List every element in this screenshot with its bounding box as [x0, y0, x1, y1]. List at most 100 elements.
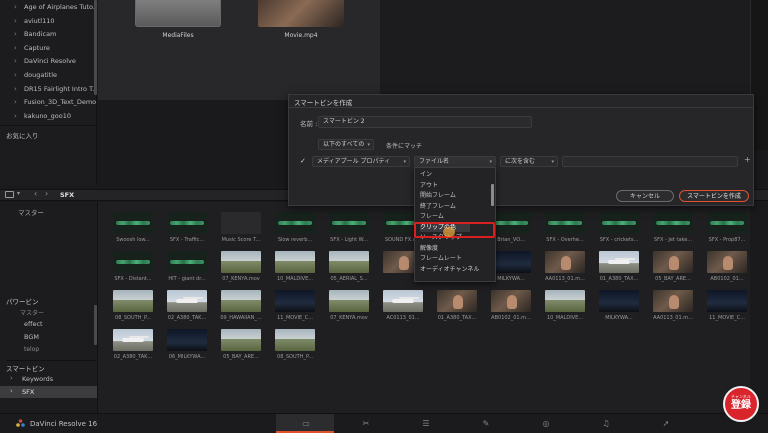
- deliver-page-icon[interactable]: ➚: [658, 418, 674, 430]
- smart-bin-keywords-chevron-icon[interactable]: ›: [10, 374, 13, 382]
- clip-item[interactable]: Music Score T...: [221, 212, 261, 243]
- clip-item[interactable]: Slow reverb...: [275, 212, 315, 243]
- clip-item[interactable]: 05_BAY_ARE...: [653, 251, 693, 282]
- subscribe-badge[interactable]: チャンネル 登録: [723, 386, 759, 422]
- media-page-icon[interactable]: ▭: [298, 418, 314, 430]
- folder-item[interactable]: › Age of Airplanes Tuto...: [0, 1, 96, 14]
- clip-item[interactable]: AB0102_01...: [707, 251, 747, 282]
- power-bin-scrollbar[interactable]: [94, 305, 97, 345]
- chevron-right-icon[interactable]: ›: [14, 42, 17, 55]
- rule-category-dropdown[interactable]: メディアプール プロパティ ▾: [312, 156, 410, 167]
- chevron-right-icon[interactable]: ›: [14, 96, 17, 109]
- clip-item[interactable]: 01_A380_TAX...: [437, 290, 477, 321]
- smart-bin-item-keywords[interactable]: Keywords: [22, 375, 53, 383]
- clip-item[interactable]: 07_KENYA.mov: [221, 251, 261, 282]
- power-bin-item-effect[interactable]: effect: [24, 320, 43, 328]
- match-mode-dropdown[interactable]: 以下のすべての ▾: [318, 139, 374, 150]
- dropdown-option[interactable]: アウト: [420, 181, 438, 190]
- chevron-right-icon[interactable]: ›: [14, 69, 17, 82]
- chevron-right-icon[interactable]: ›: [14, 55, 17, 68]
- forward-arrow-icon[interactable]: ›: [45, 189, 48, 198]
- clip-item[interactable]: SFX - Light W...: [329, 212, 369, 243]
- fusion-page-icon[interactable]: ✎: [478, 418, 494, 430]
- folder-label: Fusion_3D_Text_Demo: [24, 98, 96, 107]
- clip-item[interactable]: 02_A380_TAK...: [167, 290, 207, 321]
- name-input[interactable]: スマートビン 2: [318, 116, 532, 128]
- clip-item[interactable]: AB0102_01.m...: [491, 290, 531, 321]
- add-rule-button[interactable]: +: [744, 155, 751, 164]
- clip-item[interactable]: 10_MALDIVE...: [545, 290, 585, 321]
- view-options-chevron-icon[interactable]: ▾: [17, 190, 20, 197]
- color-page-icon[interactable]: ◎: [538, 418, 554, 430]
- clip-item[interactable]: HIT - giant dr...: [167, 251, 207, 282]
- clip-item[interactable]: 01_A380_TAX...: [599, 251, 639, 282]
- chevron-right-icon[interactable]: ›: [14, 15, 17, 28]
- dropdown-option[interactable]: 終了フレーム: [420, 202, 456, 211]
- dropdown-option[interactable]: フレーム: [420, 212, 444, 221]
- rule-field-dropdown[interactable]: ファイル名 ▾: [414, 156, 496, 167]
- clip-item[interactable]: SFX - Jet take...: [653, 212, 693, 243]
- clip-item[interactable]: 07_KENYA.mov: [329, 290, 369, 321]
- clip-item[interactable]: SFX - crickets...: [599, 212, 639, 243]
- clip-name: AA0113_01.m...: [545, 276, 585, 282]
- smart-bin-item-sfx[interactable]: SFX: [22, 388, 34, 396]
- cancel-button[interactable]: キャンセル: [616, 190, 674, 202]
- clip-item[interactable]: 08_SOUTH_P...: [275, 329, 315, 360]
- dropdown-option[interactable]: 解像度: [420, 244, 438, 253]
- dropdown-option[interactable]: オーディオチャンネル: [420, 265, 479, 274]
- create-smart-bin-button[interactable]: スマートビンを作成: [679, 190, 749, 202]
- power-bin-master[interactable]: マスター: [20, 308, 44, 317]
- clip-item[interactable]: SFX - Prop87...: [707, 212, 747, 243]
- back-arrow-icon[interactable]: ‹: [34, 189, 37, 198]
- folder-item[interactable]: › Fusion_3D_Text_Demo: [0, 96, 96, 109]
- clip-item[interactable]: MILKYWA...: [599, 290, 639, 321]
- folder-item[interactable]: › aviutl110: [0, 15, 96, 28]
- rule-operator-dropdown[interactable]: に次を含む ▾: [500, 156, 558, 167]
- chevron-right-icon[interactable]: ›: [14, 83, 17, 96]
- clip-item[interactable]: MILKYWA...: [491, 251, 531, 282]
- media-files-folder-thumb[interactable]: [135, 0, 221, 27]
- folder-item[interactable]: › Bandicam: [0, 28, 96, 41]
- fairlight-page-icon[interactable]: ♫: [598, 418, 614, 430]
- edit-page-icon[interactable]: ☰: [418, 418, 434, 430]
- sidebar-toggle-icon[interactable]: [5, 191, 14, 198]
- clip-item[interactable]: 05_AERIAL_S...: [329, 251, 369, 282]
- clip-item[interactable]: SFX - Distant...: [113, 251, 153, 282]
- folder-item[interactable]: › DaVinci Resolve: [0, 55, 96, 68]
- clip-item[interactable]: 02_A380_TAK...: [113, 329, 153, 360]
- dropdown-scrollbar[interactable]: [491, 184, 494, 206]
- power-bin-item-telop[interactable]: telop: [24, 346, 39, 352]
- clip-item[interactable]: Brian_VO...: [491, 212, 531, 243]
- clip-item[interactable]: 08_SOUTH_P...: [113, 290, 153, 321]
- cut-page-icon[interactable]: ✂: [358, 418, 374, 430]
- master-bin[interactable]: マスター: [18, 207, 44, 217]
- rule-value-input[interactable]: [562, 156, 738, 167]
- chevron-right-icon[interactable]: ›: [14, 110, 17, 123]
- chevron-right-icon[interactable]: ›: [14, 28, 17, 41]
- folder-scrollbar[interactable]: [94, 0, 97, 95]
- dropdown-option[interactable]: イン: [420, 170, 432, 179]
- smart-bin-item-sfx-row[interactable]: [0, 386, 97, 398]
- movie-mp4-thumb[interactable]: [258, 0, 344, 27]
- clip-item[interactable]: SFX - Overhe...: [545, 212, 585, 243]
- clip-item[interactable]: AA0113_01.m...: [545, 251, 585, 282]
- dropdown-option[interactable]: フレームレート: [420, 254, 462, 263]
- clip-item[interactable]: 10_MALDIVE...: [275, 251, 315, 282]
- folder-item[interactable]: › kakuno_goo10: [0, 110, 96, 123]
- clip-item[interactable]: 05_BAY_ARE...: [221, 329, 261, 360]
- power-bin-item-bgm[interactable]: BGM: [24, 333, 39, 341]
- folder-item[interactable]: › dougatitle: [0, 69, 96, 82]
- clip-item[interactable]: Swoosh low...: [113, 212, 153, 243]
- clip-item[interactable]: AC0113_01...: [383, 290, 423, 321]
- dropdown-option[interactable]: 開始フレーム: [420, 191, 456, 200]
- clip-item[interactable]: 09_HAWAIIAN_...: [220, 290, 262, 321]
- chevron-right-icon[interactable]: ›: [14, 1, 17, 14]
- clip-item[interactable]: 11_MOVIE_C...: [275, 290, 315, 321]
- clip-item[interactable]: 11_MOVIE_C...: [707, 290, 747, 321]
- folder-item[interactable]: › Capture: [0, 42, 96, 55]
- folder-item[interactable]: › DR15 Fairlight Intro T...: [0, 83, 96, 96]
- clip-item[interactable]: AA0113_01.m...: [653, 290, 693, 321]
- clip-item[interactable]: SFX - Traffic...: [167, 212, 207, 243]
- rule-enabled-checkmark[interactable]: ✓: [300, 157, 306, 165]
- clip-item[interactable]: 06_MILKYWA...: [167, 329, 207, 360]
